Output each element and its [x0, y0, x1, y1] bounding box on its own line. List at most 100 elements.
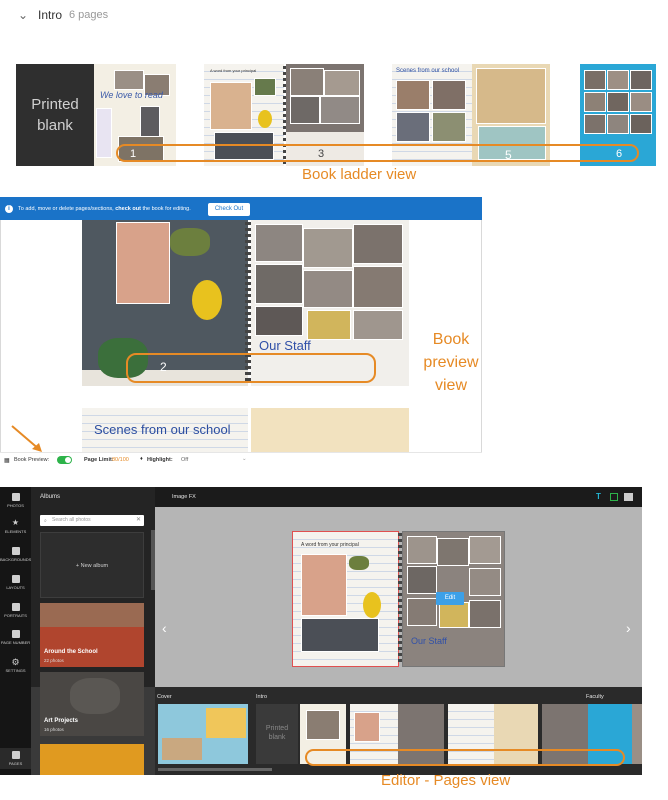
canvas-left-page[interactable]: A word from your principal: [292, 531, 399, 667]
album-around-the-school[interactable]: Around the School 22 photos: [40, 603, 144, 667]
decoration: [96, 108, 112, 158]
next-spread-title: Scenes from our school: [94, 422, 231, 437]
bird-sticker: [363, 592, 381, 618]
highlight-label: Highlight:: [147, 457, 173, 463]
preview-annotation: Book preview view: [423, 331, 479, 394]
spread-text: Scenes from our school: [396, 68, 460, 74]
image-tool-icon[interactable]: [624, 493, 633, 501]
photo: [116, 222, 170, 304]
strip-page-8[interactable]: [632, 704, 642, 764]
printed-blank-page[interactable]: Printed blank: [16, 64, 94, 166]
page-limit-value: 80/100: [112, 457, 129, 463]
strip-label-faculty: Faculty: [586, 694, 604, 700]
preview-next-left[interactable]: Scenes from our school: [82, 408, 248, 452]
strip-printed-blank[interactable]: Printed blank: [256, 704, 298, 764]
blank-label: blank: [37, 117, 73, 134]
chevron-down-icon[interactable]: ⌄: [18, 8, 28, 22]
photo: [254, 78, 276, 96]
photo: [353, 266, 403, 308]
bird-sticker: [192, 280, 222, 320]
edit-button[interactable]: Edit: [436, 592, 464, 605]
photo: [354, 712, 380, 742]
photo: [407, 598, 437, 626]
bird-sticker: [258, 110, 272, 128]
building-graphic: [162, 738, 202, 760]
section-title[interactable]: Intro: [38, 8, 62, 22]
spread-title: A word from your principal: [301, 542, 359, 548]
search-input[interactable]: Search all photos: [40, 515, 144, 526]
highlight-select[interactable]: Off: [181, 457, 188, 463]
rail-layouts[interactable]: LAYOUTS: [0, 575, 31, 590]
new-album-button[interactable]: + New album: [40, 532, 144, 598]
strip-label-cover: Cover: [157, 694, 172, 700]
photo: [301, 554, 347, 616]
layouts-icon: [11, 575, 20, 583]
photo: [303, 270, 353, 308]
search-icon: ⌕: [44, 518, 47, 524]
photo: [210, 82, 252, 130]
blank-label: Printed: [31, 96, 79, 113]
spread-caption: Our Staff: [411, 636, 447, 646]
rail-pages[interactable]: PAGES: [0, 748, 31, 769]
photo: [584, 92, 606, 112]
portraits-icon: [11, 603, 20, 611]
highlight-icon: ♦: [140, 456, 143, 462]
backgrounds-icon: [11, 547, 20, 555]
photo: [407, 536, 437, 564]
ladder-annotation: Book ladder view: [302, 166, 417, 183]
spread-text: A word from your principal: [210, 68, 257, 73]
photo: [439, 602, 469, 628]
photo: [584, 114, 606, 134]
photo: [407, 566, 437, 594]
check-out-button[interactable]: Check Out: [208, 203, 250, 216]
strip-scrollbar[interactable]: [158, 768, 272, 771]
book-preview-toggle[interactable]: [57, 456, 72, 464]
frame-tool-icon[interactable]: [610, 493, 618, 501]
page-number-icon: [11, 630, 20, 638]
photo: [607, 92, 629, 112]
panel-title: Albums: [40, 494, 61, 500]
rail-photos[interactable]: PHOTOS: [0, 493, 31, 508]
globe-sticker: [170, 228, 210, 256]
chevron-left-icon[interactable]: ‹: [162, 620, 167, 636]
photo: [255, 264, 303, 304]
sun-graphic: [206, 708, 246, 738]
photo: [432, 112, 466, 142]
chevron-right-icon[interactable]: ›: [626, 620, 631, 636]
photo: [114, 70, 144, 90]
page-count: 6 pages: [69, 9, 109, 21]
rail-backgrounds[interactable]: BACKGROUNDS: [0, 547, 31, 562]
chevron-down-icon[interactable]: ⌄: [242, 456, 247, 462]
rail-page-number[interactable]: PAGE NUMBER: [0, 630, 31, 645]
rail-elements[interactable]: ★ ELEMENTS: [0, 519, 31, 535]
page-limit-label: Page Limit:: [84, 457, 114, 463]
spread-text: We love to read: [100, 90, 163, 100]
photos-icon: [11, 493, 20, 501]
preview-next-right[interactable]: [251, 408, 409, 452]
photo: [630, 114, 652, 134]
photo: [469, 600, 501, 628]
annotation-arrow-icon: [11, 425, 42, 452]
rail-settings[interactable]: ⚙ SETTINGS: [0, 657, 31, 674]
spread-caption: Our Staff: [259, 338, 311, 353]
album-thumbnail[interactable]: [40, 744, 144, 775]
album-art-projects[interactable]: Art Projects 16 photos: [40, 672, 144, 736]
ladder-highlight: [116, 144, 639, 162]
photo: [303, 228, 353, 268]
editor-header-title: Image FX: [172, 494, 196, 500]
pages-highlight: [305, 749, 625, 766]
pages-icon: [11, 751, 20, 759]
strip-label-intro: Intro: [256, 694, 268, 700]
text-tool-icon[interactable]: T: [596, 492, 601, 501]
gear-icon: ⚙: [11, 657, 20, 667]
preview-highlight: [126, 353, 376, 383]
banner-text: To add, move or delete pages/sections, c…: [18, 206, 191, 212]
photo: [255, 224, 303, 262]
strip-cover[interactable]: [158, 704, 248, 764]
book-preview-label: Book Preview:: [14, 457, 50, 463]
editor-header: [155, 487, 642, 507]
clear-icon[interactable]: ✕: [136, 516, 141, 523]
photo: [324, 70, 360, 96]
photo: [307, 310, 351, 340]
rail-portraits[interactable]: PORTRAITS: [0, 603, 31, 618]
